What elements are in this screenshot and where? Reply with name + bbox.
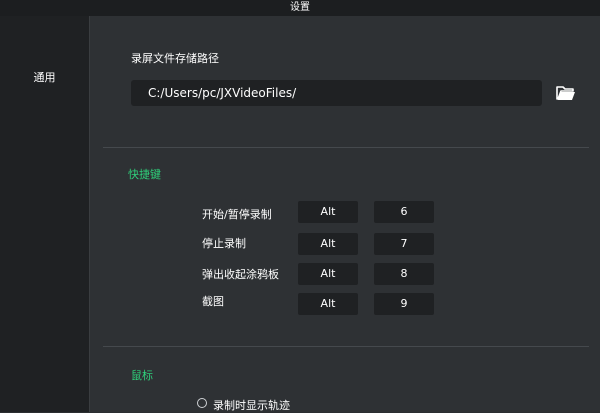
section-divider xyxy=(103,346,589,347)
shortcut-label-stop: 停止录制 xyxy=(202,237,246,250)
shortcut-modifier-whiteboard[interactable]: Alt xyxy=(298,263,358,285)
window-title: 设置 xyxy=(290,2,310,13)
sidebar-item-label: 通用 xyxy=(33,71,56,84)
shortcut-key-whiteboard[interactable]: 8 xyxy=(374,263,434,285)
shortcut-modifier-start-pause[interactable]: Alt xyxy=(298,201,358,223)
show-trail-radio[interactable] xyxy=(197,398,207,408)
window-titlebar: 设置 xyxy=(0,0,600,16)
section-divider xyxy=(103,147,589,148)
shortcut-key-stop[interactable]: 7 xyxy=(374,233,434,255)
shortcut-label-screenshot: 截图 xyxy=(202,295,224,308)
shortcut-label-start-pause: 开始/暂停录制 xyxy=(202,208,272,221)
folder-open-icon[interactable] xyxy=(555,84,577,102)
shortcut-modifier-screenshot[interactable]: Alt xyxy=(298,293,358,315)
sidebar-item-general[interactable]: 通用 xyxy=(0,66,89,90)
show-trail-label[interactable]: 录制时显示轨迹 xyxy=(213,397,290,413)
storage-path-field[interactable]: C:/Users/pc/JXVideoFiles/ xyxy=(131,80,542,106)
shortcut-key-start-pause[interactable]: 6 xyxy=(374,201,434,223)
storage-path-title: 录屏文件存储路径 xyxy=(131,52,219,65)
sidebar: 通用 xyxy=(0,16,89,412)
shortcut-modifier-stop[interactable]: Alt xyxy=(298,233,358,255)
shortcut-heading: 快捷键 xyxy=(128,168,161,181)
mouse-heading: 鼠标 xyxy=(131,369,153,382)
shortcut-key-screenshot[interactable]: 9 xyxy=(374,293,434,315)
shortcut-label-whiteboard: 弹出收起涂鸦板 xyxy=(202,268,279,281)
